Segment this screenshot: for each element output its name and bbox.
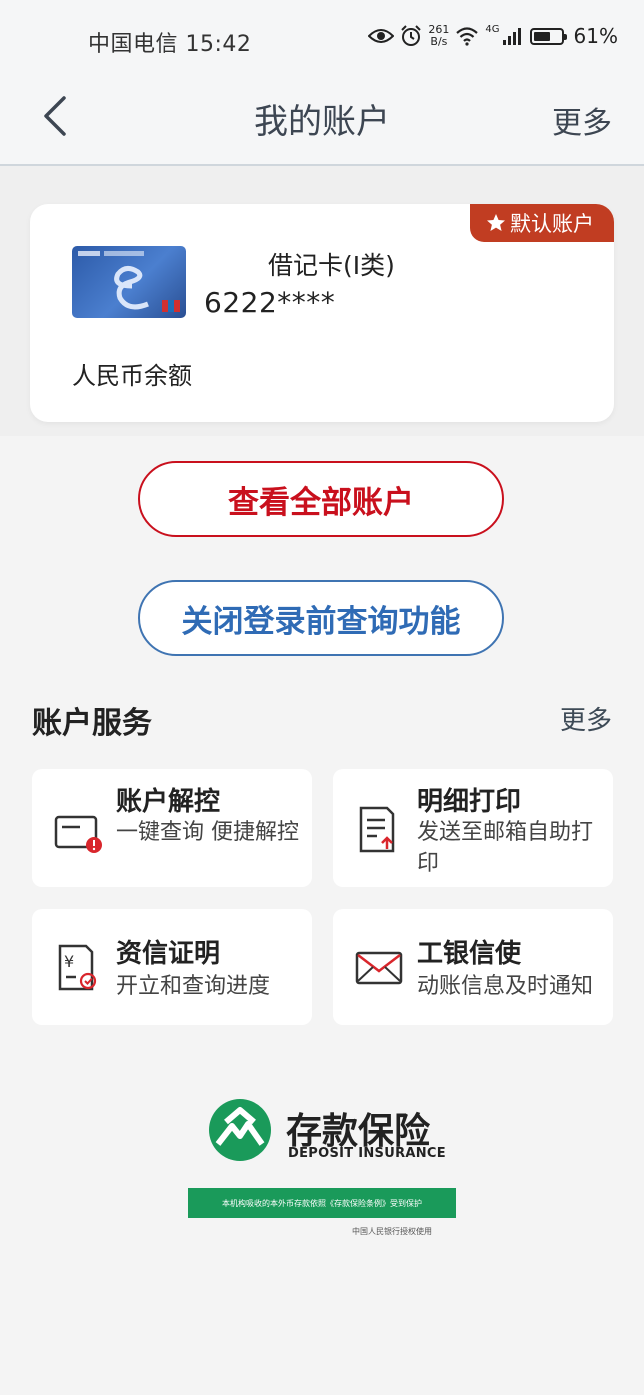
carrier-time: 中国电信 15:42 [88,32,252,57]
services-more-button[interactable]: 更多 [560,700,612,737]
battery-icon [529,27,567,45]
deposit-insurance-logo [209,1099,271,1161]
close-query-function-button[interactable]: 关闭登录前查询功能 [138,580,504,656]
alarm-icon [401,25,422,46]
net-speed-unit: B/s [430,35,448,48]
service-desc: 发送至邮箱自助打印 [417,820,594,876]
eye-icon [368,29,395,43]
battery-percent: 61% [573,24,618,48]
card-alert-icon [54,815,102,853]
service-account-unlock[interactable]: 账户解控 一键查询 便捷解控 [32,769,312,887]
service-title: 工银信使 [417,939,522,969]
service-statement-print[interactable]: 明细打印 发送至邮箱自助打印 [333,769,613,887]
default-tag-label: 默认账户 [510,212,594,236]
status-icons: 261 B/s 4G 61% [368,24,618,48]
balance-label: 人民币余额 [72,362,192,390]
nav-header: 我的账户 更多 [0,80,644,166]
signal-icon [502,28,521,45]
deposit-insurance-en: DEPOSIT INSURANCE [288,1146,446,1161]
deposit-insurance-banner: 本机构吸收的本外币存款依照《存款保险条例》受到保护 [188,1188,456,1218]
service-icbc-messenger[interactable]: 工银信使 动账信息及时通知 [333,909,613,1025]
network-type: 4G [485,24,500,35]
services-title: 账户服务 [32,706,152,741]
service-title: 账户解控 [116,787,221,817]
deposit-insurance-note: 中国人民银行授权使用 [352,1227,432,1236]
svg-text:¥: ¥ [64,952,74,971]
card-type: 借记卡(I类) [268,251,395,280]
status-bar: 中国电信 15:42 261 B/s 4G 61% [0,0,644,80]
service-desc: 一键查询 便捷解控 [116,820,299,845]
service-desc: 开立和查询进度 [116,974,271,999]
more-button[interactable]: 更多 [552,98,612,142]
default-account-tag: 默认账户 [470,204,614,242]
envelope-icon [355,951,403,985]
document-print-icon [359,806,395,853]
page-title: 我的账户 [254,102,390,142]
service-title: 资信证明 [116,939,221,969]
certificate-icon: ¥ [58,944,97,991]
service-desc: 动账信息及时通知 [417,974,594,999]
card-number: 6222**** [204,286,336,319]
deposit-insurance-block: 存款保险 DEPOSIT INSURANCE 本机构吸收的本外币存款依照《存款保… [0,1090,644,1250]
net-speed: 261 B/s [428,24,449,48]
wifi-icon [456,27,479,46]
service-title: 明细打印 [417,787,522,817]
account-card[interactable]: 默认账户 借记卡(I类) 6222**** 人民币余额 [30,204,614,422]
view-all-accounts-button[interactable]: 查看全部账户 [138,461,504,537]
bank-card-image [72,246,186,318]
service-credit-certificate[interactable]: ¥ 资信证明 开立和查询进度 [32,909,312,1025]
star-icon [487,214,505,231]
